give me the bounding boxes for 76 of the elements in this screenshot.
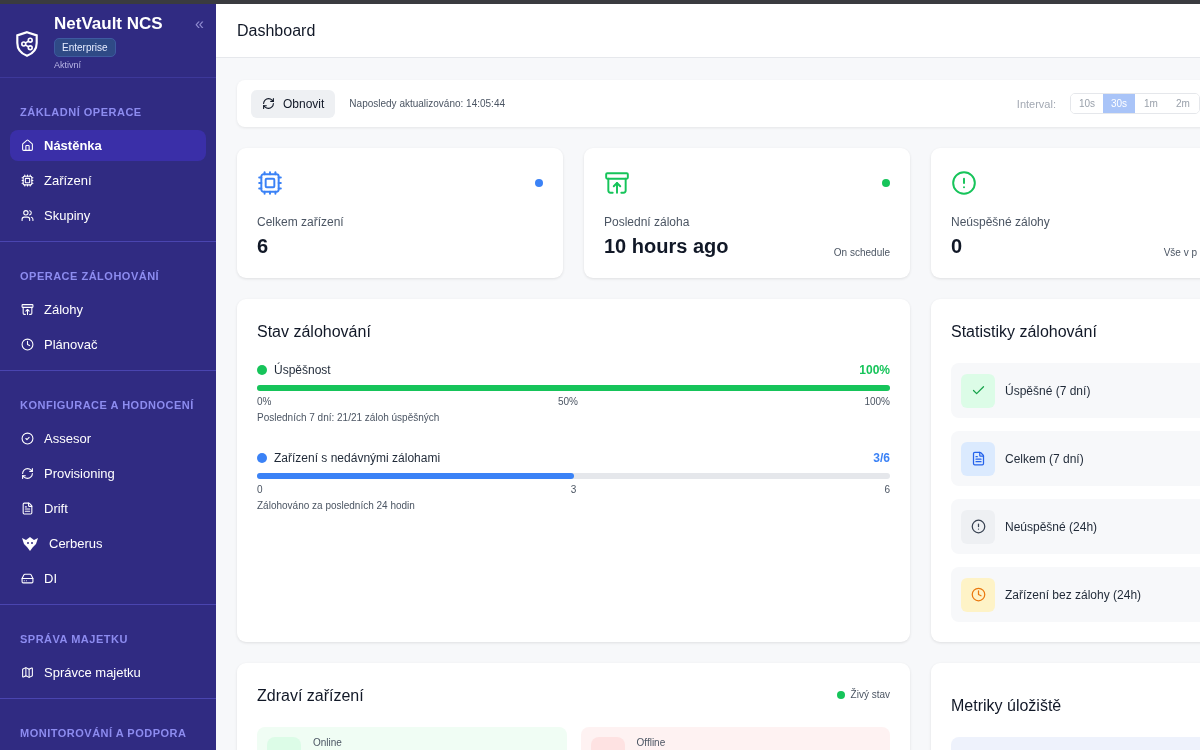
metric-value: 100% <box>859 363 890 377</box>
collapse-button[interactable]: « <box>195 16 204 32</box>
nav-item[interactable]: DI <box>10 563 206 594</box>
alert-icon <box>951 170 977 196</box>
stat-label: Celkem zařízení <box>257 215 345 229</box>
nav-item[interactable]: Skupiny <box>10 200 206 231</box>
metric-value: 3/6 <box>873 451 890 465</box>
group-icon <box>21 209 34 222</box>
alert-icon <box>961 509 995 544</box>
nav-item[interactable]: Nástěnka <box>10 130 206 161</box>
plan-badge: Enterprise <box>54 38 116 57</box>
page-title: Dashboard <box>237 21 316 40</box>
stat-row-label: Celkem (7 dní) <box>1005 451 1084 466</box>
document-icon <box>21 502 34 515</box>
last-updated-text: Naposledy aktualizováno: 14:05:44 <box>349 98 506 109</box>
nav-item[interactable]: Zálohy <box>10 294 206 325</box>
scale-label: 3 <box>570 484 577 495</box>
archive-icon <box>604 170 630 196</box>
stat-row-label: Zařízení bez zálohy (24h) <box>1005 587 1142 602</box>
nav-item[interactable]: Plánovač <box>10 329 206 360</box>
home-icon <box>21 139 34 152</box>
metric-label: Zařízení s nedávnými zálohami <box>274 451 442 465</box>
chip-icon <box>21 174 34 187</box>
refresh-icon <box>21 467 34 480</box>
status-text: Aktivní <box>54 60 81 70</box>
nav-item[interactable]: Zařízení <box>10 165 206 196</box>
interval-label: Interval: <box>1016 97 1056 110</box>
section-heading: SPRÁVA MAJETKU <box>19 632 129 647</box>
stat-note: Vše v p <box>1163 247 1197 258</box>
tile-label: Online <box>313 737 342 750</box>
stat-value: 10 hours ago <box>604 235 729 258</box>
stat-label: Poslední záloha <box>604 215 691 229</box>
animal-head-icon <box>21 535 39 552</box>
metric-label: Úspěšnost <box>274 363 332 377</box>
live-status-text: Živý stav <box>850 689 890 700</box>
clock-icon <box>961 577 995 612</box>
card-title: Stav zálohování <box>257 323 372 341</box>
nav-item[interactable]: Správce majetku <box>10 657 206 688</box>
stat-row-label: Úspěšné (7 dní) <box>1005 383 1091 398</box>
check-icon <box>961 373 995 408</box>
card-title: Statistiky zálohování <box>951 323 1098 341</box>
metric-note: Zálohováno za posledních 24 hodin <box>257 500 416 511</box>
shield-share-icon <box>14 30 40 58</box>
section-heading: MONITOROVÁNÍ A PODPORA <box>19 726 188 741</box>
scale-label: 6 <box>884 484 890 495</box>
scale-label: 50% <box>557 396 578 407</box>
nav-item[interactable]: Cerberus <box>10 528 206 559</box>
section-heading: ZÁKLADNÍ OPERACE <box>19 105 143 120</box>
nav-item[interactable]: Provisioning <box>10 458 206 489</box>
scale-label: 0 <box>257 484 263 495</box>
archive-icon <box>21 303 34 316</box>
metric-note: Posledních 7 dní: 21/21 záloh úspěšných <box>257 412 441 423</box>
section-heading: KONFIGURACE A HODNOCENÍ <box>19 398 195 413</box>
stat-note: On schedule <box>833 247 890 258</box>
app-title: NetVault NCS <box>54 14 163 34</box>
check-circle-icon <box>21 432 34 445</box>
refresh-icon <box>262 97 275 110</box>
clock-icon <box>21 338 34 351</box>
stat-value: 0 <box>951 235 963 258</box>
section-heading: OPERACE ZÁLOHOVÁNÍ <box>19 269 161 284</box>
stat-value: 6 <box>257 235 269 258</box>
tile-label: Offline <box>636 737 666 750</box>
nav-item[interactable]: Assesor <box>10 423 206 454</box>
stat-row-label: Neúspěšné (24h) <box>1005 519 1098 534</box>
document-icon <box>961 441 995 476</box>
live-dot <box>836 690 845 699</box>
scale-label: 100% <box>864 396 890 407</box>
scale-label: 0% <box>257 396 272 407</box>
card-title: Metriky úložiště <box>951 697 1063 715</box>
stat-label: Neúspěšné zálohy <box>951 215 1051 229</box>
map-icon <box>21 666 34 679</box>
chip-icon <box>257 170 283 196</box>
card-title: Zdraví zařízení <box>257 687 364 705</box>
server-icon <box>21 572 34 585</box>
nav-item[interactable]: Drift <box>10 493 206 524</box>
refresh-button[interactable]: Obnovit <box>251 89 336 118</box>
